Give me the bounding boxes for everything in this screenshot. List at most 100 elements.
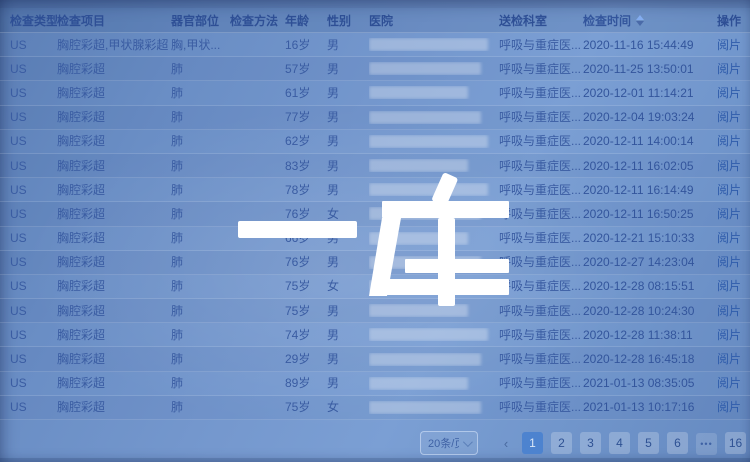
- cell-dept: 呼吸与重症医...: [499, 33, 583, 57]
- view-images-link[interactable]: 阅片: [717, 279, 741, 293]
- cell-item: 胸腔彩超: [57, 347, 171, 371]
- cell-dept: 呼吸与重症医...: [499, 395, 583, 419]
- page-button-6[interactable]: 6: [667, 432, 688, 454]
- cell-item: 胸腔彩超: [57, 274, 171, 298]
- cell-hospital: [369, 207, 499, 220]
- cell-age: 76岁: [285, 202, 327, 226]
- cell-type: US: [0, 395, 57, 419]
- table-row: US胸腔彩超肺66岁男呼吸与重症医...2020-12-21 15:10:33阅…: [0, 227, 750, 251]
- view-images-link[interactable]: 阅片: [717, 328, 741, 342]
- view-images-link[interactable]: 阅片: [717, 376, 741, 390]
- cell-hospital: [369, 280, 499, 293]
- header-cell-time[interactable]: 检查时间: [583, 11, 717, 30]
- cell-item: 胸腔彩超: [57, 129, 171, 153]
- table-row: US胸腔彩超肺75岁男呼吸与重症医...2020-12-28 10:24:30阅…: [0, 299, 750, 323]
- header-cell-hospital: 医院: [369, 12, 499, 29]
- cell-time: 2020-11-16 15:44:49: [583, 33, 717, 57]
- cell-time: 2020-12-21 15:10:33: [583, 226, 717, 250]
- cell-action: 阅片: [717, 347, 750, 371]
- header-label: 年龄: [285, 12, 309, 29]
- redacted-hospital: [369, 86, 468, 99]
- page-button-16[interactable]: 16: [725, 432, 746, 454]
- page-button-5[interactable]: 5: [638, 432, 659, 454]
- redacted-hospital: [369, 401, 481, 414]
- view-images-link[interactable]: 阅片: [717, 86, 741, 100]
- view-images-link[interactable]: 阅片: [717, 159, 741, 173]
- cell-gender: 女: [327, 274, 369, 298]
- redacted-hospital: [369, 256, 481, 269]
- cell-action: 阅片: [717, 323, 750, 347]
- cell-age: 66岁: [285, 226, 327, 250]
- cell-organ: 肺: [171, 395, 230, 419]
- cell-action: 阅片: [717, 395, 750, 419]
- cell-type: US: [0, 347, 57, 371]
- cell-time: 2020-12-11 16:02:05: [583, 154, 717, 178]
- page-button-3[interactable]: 3: [580, 432, 601, 454]
- sort-caret-icon[interactable]: [636, 11, 644, 30]
- cell-item: 胸腔彩超: [57, 371, 171, 395]
- view-images-link[interactable]: 阅片: [717, 183, 741, 197]
- pagination: 20条/页 ‹ 123456 ••• 16: [420, 430, 750, 456]
- cell-action: 阅片: [717, 226, 750, 250]
- cell-hospital: [369, 328, 499, 341]
- view-images-link[interactable]: 阅片: [717, 352, 741, 366]
- cell-gender: 女: [327, 395, 369, 419]
- table-row: US胸腔彩超肺78岁男呼吸与重症医...2020-12-11 16:14:49阅…: [0, 178, 750, 202]
- view-images-link[interactable]: 阅片: [717, 62, 741, 76]
- table-row: US胸腔彩超肺74岁男呼吸与重症医...2020-12-28 11:38:11阅…: [0, 323, 750, 347]
- table-row: US胸腔彩超,甲状腺彩超胸,甲状...16岁男呼吸与重症医...2020-11-…: [0, 33, 750, 57]
- cell-gender: 男: [327, 347, 369, 371]
- page-button-1[interactable]: 1: [522, 432, 543, 454]
- cell-time: 2020-12-28 11:38:11: [583, 323, 717, 347]
- redacted-hospital: [369, 38, 488, 51]
- table-header-row: 检查类型检查项目器官部位检查方法年龄性别医院送检科室检查时间操作: [0, 8, 750, 33]
- page-button-4[interactable]: 4: [609, 432, 630, 454]
- cell-item: 胸腔彩超: [57, 299, 171, 323]
- view-images-link[interactable]: 阅片: [717, 207, 741, 221]
- cell-hospital: [369, 86, 499, 99]
- view-images-link[interactable]: 阅片: [717, 38, 741, 52]
- cell-hospital: [369, 256, 499, 269]
- redacted-hospital: [369, 183, 488, 196]
- page-button-2[interactable]: 2: [551, 432, 572, 454]
- cell-time: 2021-01-13 10:17:16: [583, 395, 717, 419]
- view-images-link[interactable]: 阅片: [717, 304, 741, 318]
- page-size-select[interactable]: 20条/页: [420, 431, 478, 455]
- prev-page-button[interactable]: ‹: [498, 432, 514, 454]
- cell-age: 29岁: [285, 347, 327, 371]
- redacted-hospital: [369, 232, 468, 245]
- cell-dept: 呼吸与重症医...: [499, 129, 583, 153]
- sort-descending-icon: [636, 21, 644, 30]
- cell-hospital: [369, 353, 499, 366]
- cell-item: 胸腔彩超: [57, 105, 171, 129]
- exam-table: 检查类型检查项目器官部位检查方法年龄性别医院送检科室检查时间操作 US胸腔彩超,…: [0, 8, 750, 420]
- view-images-link[interactable]: 阅片: [717, 255, 741, 269]
- redacted-hospital: [369, 280, 488, 293]
- cell-item: 胸腔彩超: [57, 395, 171, 419]
- cell-hospital: [369, 183, 499, 196]
- redacted-hospital: [369, 328, 488, 341]
- cell-dept: 呼吸与重症医...: [499, 274, 583, 298]
- cell-dept: 呼吸与重症医...: [499, 347, 583, 371]
- header-label: 检查项目: [57, 12, 105, 29]
- cell-gender: 男: [327, 250, 369, 274]
- cell-time: 2020-12-28 10:24:30: [583, 299, 717, 323]
- view-images-link[interactable]: 阅片: [717, 134, 741, 148]
- view-images-link[interactable]: 阅片: [717, 231, 741, 245]
- cell-item: 胸腔彩超: [57, 81, 171, 105]
- cell-item: 胸腔彩超: [57, 57, 171, 81]
- page-size-label: 20条/页: [428, 435, 459, 451]
- cell-organ: 肺: [171, 250, 230, 274]
- more-pages-button[interactable]: •••: [696, 433, 717, 455]
- cell-time: 2020-12-11 14:00:14: [583, 129, 717, 153]
- cell-item: 胸腔彩超,甲状腺彩超: [57, 33, 171, 57]
- table-row: US胸腔彩超肺76岁男呼吸与重症医...2020-12-27 14:23:04阅…: [0, 251, 750, 275]
- table-row: US胸腔彩超肺61岁男呼吸与重症医...2020-12-01 11:14:21阅…: [0, 81, 750, 105]
- cell-gender: 男: [327, 81, 369, 105]
- cell-item: 胸腔彩超: [57, 154, 171, 178]
- cell-organ: 肺: [171, 57, 230, 81]
- view-images-link[interactable]: 阅片: [717, 110, 741, 124]
- view-images-link[interactable]: 阅片: [717, 400, 741, 414]
- cell-age: 62岁: [285, 129, 327, 153]
- cell-action: 阅片: [717, 57, 750, 81]
